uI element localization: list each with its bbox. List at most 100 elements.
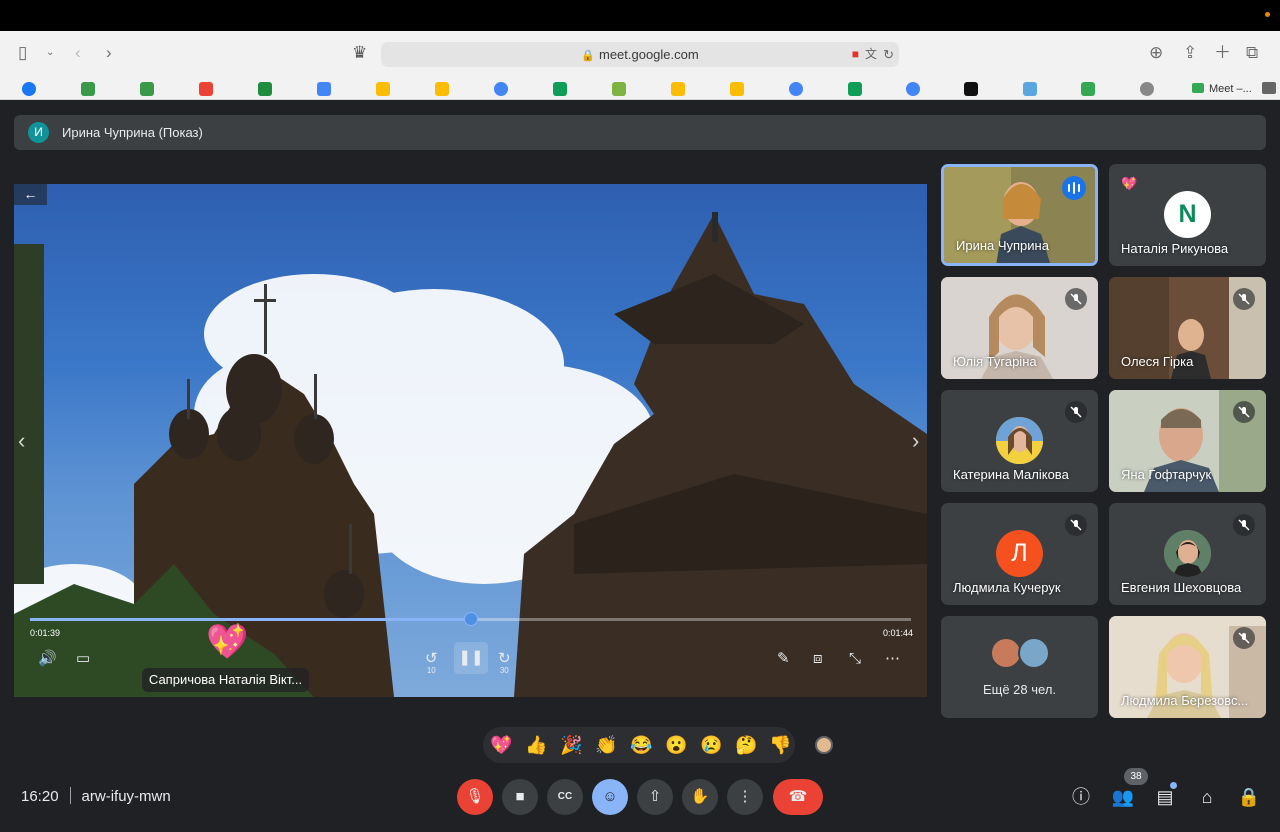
address-bar[interactable]: 🔒 meet.google.com ■ 文 ↻: [381, 42, 899, 67]
clock: 16:20: [21, 788, 59, 805]
more-vert-icon: ⋮: [737, 788, 753, 805]
back-arrow-icon[interactable]: ←: [14, 184, 47, 205]
translate-icon[interactable]: 文: [865, 42, 877, 67]
reaction-thumbs-up-button[interactable]: 👍: [525, 734, 547, 756]
host-controls-icon[interactable]: 🔒: [1237, 786, 1261, 808]
participant-tile[interactable]: Евгения Шеховцова: [1109, 503, 1266, 605]
skin-tone-selector[interactable]: [815, 736, 833, 754]
participant-tile[interactable]: Л Людмила Кучерук: [941, 503, 1098, 605]
lock-icon: 🔒: [581, 50, 595, 62]
sidebar-icon[interactable]: ▯: [18, 43, 27, 63]
participant-tile[interactable]: Яна Гофтарчук: [1109, 390, 1266, 492]
chevron-down-icon[interactable]: ⌄: [46, 43, 54, 63]
participant-name: Евгения Шеховцова: [1121, 580, 1242, 595]
participant-tile[interactable]: 💖 N Наталія Рикунова: [1109, 164, 1266, 266]
back-icon[interactable]: ‹: [75, 43, 81, 63]
sheets-icon[interactable]: [848, 82, 862, 96]
people-icon[interactable]: 👥: [1111, 786, 1135, 808]
microphone-off-button[interactable]: 🎙: [457, 779, 493, 815]
activities-icon[interactable]: ⌂: [1195, 786, 1219, 808]
more-options-icon[interactable]: ⋯: [885, 650, 900, 668]
participant-tile[interactable]: Юлія Тугаріна: [941, 277, 1098, 379]
gmail-icon[interactable]: [199, 82, 213, 96]
muted-mic-icon: [1233, 288, 1255, 310]
docs-icon[interactable]: [317, 82, 331, 96]
present-screen-button[interactable]: ⇧: [637, 779, 673, 815]
camera-in-use-icon[interactable]: ■: [852, 42, 859, 67]
avatar: N: [1164, 191, 1211, 238]
participant-name: Катерина Малікова: [953, 467, 1069, 482]
facebook-icon[interactable]: [22, 82, 36, 96]
forward-button[interactable]: ↻ 30: [498, 650, 511, 680]
captions-icon[interactable]: ▭: [76, 650, 90, 668]
reaction-thinking-button[interactable]: 🤔: [735, 734, 757, 756]
forward-icon[interactable]: ›: [106, 43, 112, 63]
picture-in-picture-icon[interactable]: ⧈: [813, 650, 823, 668]
reaction-surprised-button[interactable]: 😮: [665, 734, 687, 756]
presentation-video[interactable]: ← ‹ › 0:01:39 0:01:44 💖 Сапричова Наталі…: [14, 184, 927, 697]
participant-tile[interactable]: Людмила Березовс...: [1109, 616, 1266, 718]
drive-icon[interactable]: [671, 82, 685, 96]
new-tab-icon[interactable]: ＋: [1214, 43, 1231, 63]
more-options-button[interactable]: ⋮: [727, 779, 763, 815]
more-participants-tile[interactable]: Ещё 28 чел.: [941, 616, 1098, 718]
avatar: [996, 417, 1043, 464]
drive-icon[interactable]: [376, 82, 390, 96]
previous-slide-icon[interactable]: ‹: [18, 428, 25, 454]
avatar: И: [28, 122, 49, 143]
progress-handle[interactable]: [463, 612, 478, 626]
bookmark-shield-icon[interactable]: [81, 82, 95, 96]
reaction-thumbs-down-button[interactable]: 👎: [769, 734, 791, 756]
next-slide-icon[interactable]: ›: [912, 428, 919, 454]
reaction-laugh-button[interactable]: 😂: [630, 734, 652, 756]
reaction-heart-button[interactable]: 💖: [490, 734, 512, 756]
bookmark-page-icon[interactable]: [1023, 82, 1037, 96]
total-time: 0:01:44: [883, 628, 914, 638]
bookmark-folder-icon[interactable]: [612, 82, 626, 96]
exit-fullscreen-icon[interactable]: ⤡: [849, 650, 861, 668]
extension-icon[interactable]: ♛: [352, 43, 367, 63]
reaction-party-button[interactable]: 🎉: [560, 734, 582, 756]
share-icon[interactable]: ⇪: [1183, 43, 1197, 63]
meeting-details-icon[interactable]: ⓘ: [1069, 786, 1093, 808]
bookmark-globe-icon[interactable]: [1140, 82, 1154, 96]
drive-icon[interactable]: [435, 82, 449, 96]
participant-tile[interactable]: Олеся Гірка: [1109, 277, 1266, 379]
video-progress-bar[interactable]: [30, 612, 911, 626]
help-icon[interactable]: [964, 82, 978, 96]
chat-icon[interactable]: ▤: [1153, 786, 1177, 808]
bookmarks-bar: Meet –...: [0, 78, 1280, 100]
avatar: [1018, 637, 1050, 669]
muted-mic-icon: [1233, 627, 1255, 649]
reaction-clap-button[interactable]: 👏: [595, 734, 617, 756]
downloads-icon[interactable]: ⊕: [1149, 43, 1163, 63]
camera-button[interactable]: ■: [502, 779, 538, 815]
sheets-icon[interactable]: [553, 82, 567, 96]
pause-button[interactable]: ❚❚: [454, 642, 488, 674]
reactions-button[interactable]: ☺: [592, 779, 628, 815]
annotate-pencil-icon[interactable]: ✎: [777, 650, 790, 668]
hang-up-icon: ☎: [788, 788, 808, 805]
bookmark-shield-icon[interactable]: [140, 82, 154, 96]
google-icon[interactable]: [494, 82, 508, 96]
tab-overview-icon[interactable]: ⧉: [1246, 43, 1258, 63]
participant-tile[interactable]: Катерина Малікова: [941, 390, 1098, 492]
raise-hand-button[interactable]: ✋: [682, 779, 718, 815]
reaction-sad-button[interactable]: 😢: [700, 734, 722, 756]
volume-icon[interactable]: 🔊: [38, 650, 57, 668]
classroom-icon[interactable]: [258, 82, 272, 96]
participant-name: Людмила Кучерук: [953, 580, 1061, 595]
leave-call-button[interactable]: ☎: [773, 779, 823, 815]
google-icon[interactable]: [789, 82, 803, 96]
drive-icon[interactable]: [730, 82, 744, 96]
rewind-button[interactable]: ↺ 10: [425, 650, 438, 680]
emoji-reaction-bar: 💖 👍 🎉 👏 😂 😮 😢 🤔 👎: [483, 727, 795, 763]
reload-icon[interactable]: ↻: [883, 42, 894, 67]
meet-icon[interactable]: [1081, 82, 1095, 96]
captions-button[interactable]: CC: [547, 779, 583, 815]
participant-tile[interactable]: Ирина Чуприна: [941, 164, 1098, 266]
meet-tab[interactable]: Meet –...: [1192, 81, 1276, 97]
google-icon[interactable]: [906, 82, 920, 96]
muted-mic-icon: [1065, 401, 1087, 423]
forward-label: 30: [499, 666, 509, 675]
